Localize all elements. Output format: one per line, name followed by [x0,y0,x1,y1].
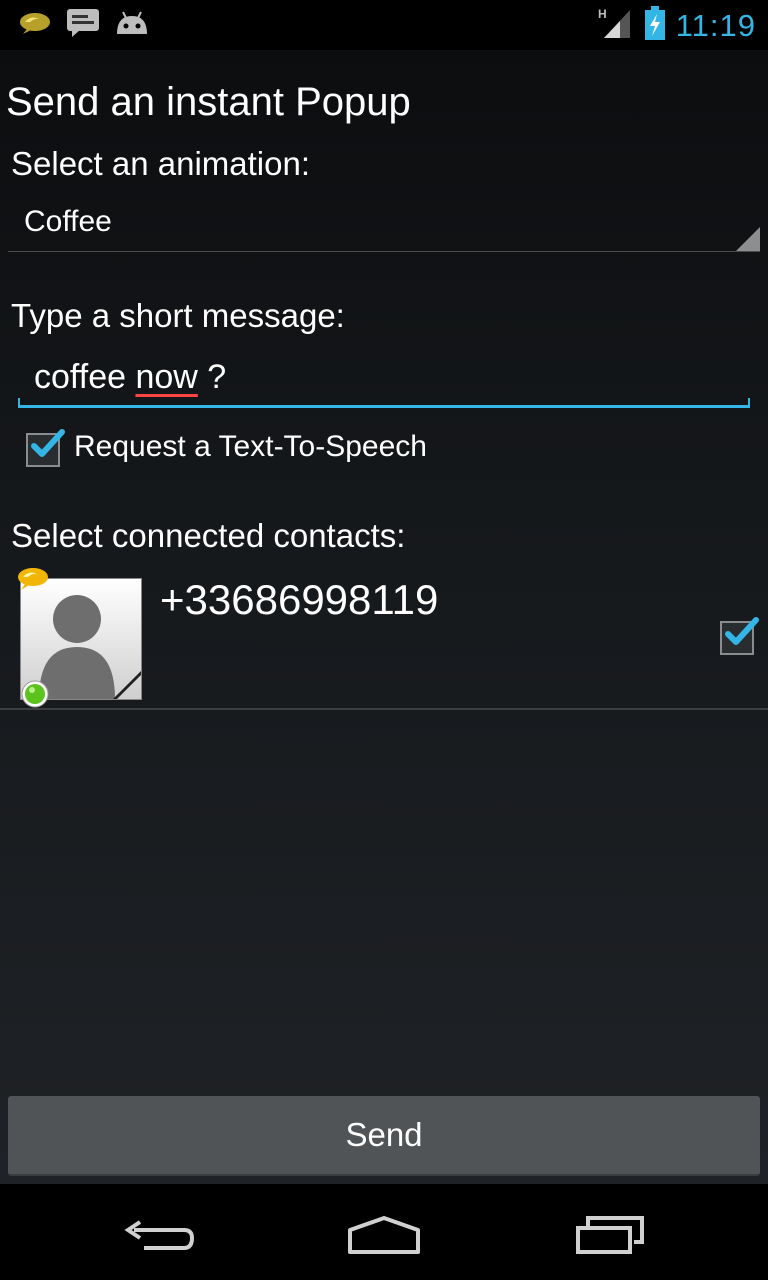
status-bar: H 11:19 [0,0,768,50]
misspelled-word[interactable]: now [135,358,197,396]
send-button-label: Send [345,1116,423,1153]
popup-app-icon [18,10,52,41]
android-icon [114,10,150,41]
contact-row[interactable]: +33686998119 [0,568,768,713]
navigation-bar [0,1184,768,1280]
battery-icon [644,6,666,45]
home-icon[interactable] [346,1214,422,1261]
online-status-icon [21,680,49,713]
message-text-part: coffee [34,358,136,396]
main-content: Send an instant Popup Select an animatio… [0,50,768,1184]
input-underline [18,405,750,408]
contact-number: +33686998119 [160,576,439,623]
sms-icon [66,8,100,43]
message-label: Type a short message: [11,297,345,334]
animation-selected-value: Coffee [24,205,112,238]
recent-apps-icon[interactable] [574,1214,646,1261]
send-button[interactable]: Send [8,1096,760,1176]
popup-app-badge-icon [16,566,50,597]
message-input-value: coffee now ? [34,358,226,397]
signal-icon: H [598,6,634,45]
animation-spinner[interactable]: Coffee [8,195,760,252]
message-text-part: ? [197,358,227,396]
tts-label[interactable]: Request a Text-To-Speech [74,430,427,464]
contact-check-icon [725,617,759,645]
spinner-arrow-icon [736,227,760,251]
network-type: H [598,7,607,21]
notification-icons [18,8,150,43]
contacts-label: Select connected contacts: [11,517,406,554]
tts-check-icon [31,429,65,457]
animation-label: Select an animation: [11,145,311,182]
clock: 11:19 [675,7,756,43]
back-icon[interactable] [124,1216,196,1261]
system-status: H 11:19 [598,6,756,45]
page-title: Send an instant Popup [6,80,411,124]
message-input[interactable]: coffee now ? [18,350,750,408]
